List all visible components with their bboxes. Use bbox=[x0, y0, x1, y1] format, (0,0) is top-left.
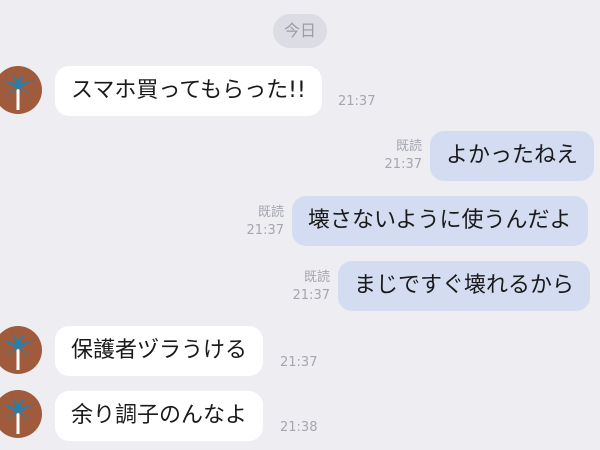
chat-view: 今日 スマホ買ってもらった!! 21:37 既読 21:37 よかったねえ 既読… bbox=[0, 0, 600, 450]
message-meta: 21:37 bbox=[280, 354, 317, 372]
read-receipt: 既読 bbox=[257, 205, 284, 220]
message-bubble-incoming[interactable]: スマホ買ってもらった!! bbox=[55, 66, 322, 116]
message-meta: 既読 21:37 bbox=[380, 138, 422, 174]
contact-avatar[interactable] bbox=[0, 66, 42, 114]
message-bubble-outgoing[interactable]: まじですぐ壊れるから bbox=[338, 261, 591, 311]
message-time: 21:37 bbox=[292, 288, 330, 303]
message-meta: 21:37 bbox=[338, 93, 375, 111]
message-meta: 既読 21:37 bbox=[288, 269, 330, 305]
message-bubble-outgoing[interactable]: 壊さないように使うんだよ bbox=[292, 196, 588, 246]
palm-tree-icon bbox=[0, 66, 42, 114]
read-receipt: 既読 bbox=[395, 139, 422, 154]
palm-tree-icon bbox=[0, 390, 42, 438]
message-bubble-incoming[interactable]: 保護者ヅラうける bbox=[55, 326, 264, 376]
message-time: 21:37 bbox=[384, 157, 422, 172]
message-time: 21:37 bbox=[246, 223, 284, 238]
date-separator: 今日 bbox=[273, 14, 327, 48]
contact-avatar[interactable] bbox=[0, 390, 42, 438]
message-meta: 既読 21:37 bbox=[242, 204, 284, 240]
read-receipt: 既読 bbox=[303, 270, 330, 285]
message-bubble-outgoing[interactable]: よかったねえ bbox=[430, 131, 595, 181]
message-meta: 21:38 bbox=[280, 419, 317, 437]
message-bubble-incoming[interactable]: 余り調子のんなよ bbox=[55, 391, 264, 441]
message-time: 21:38 bbox=[280, 420, 318, 435]
palm-tree-icon bbox=[0, 326, 42, 374]
message-time: 21:37 bbox=[280, 355, 318, 370]
message-time: 21:37 bbox=[338, 94, 376, 109]
contact-avatar[interactable] bbox=[0, 326, 42, 374]
